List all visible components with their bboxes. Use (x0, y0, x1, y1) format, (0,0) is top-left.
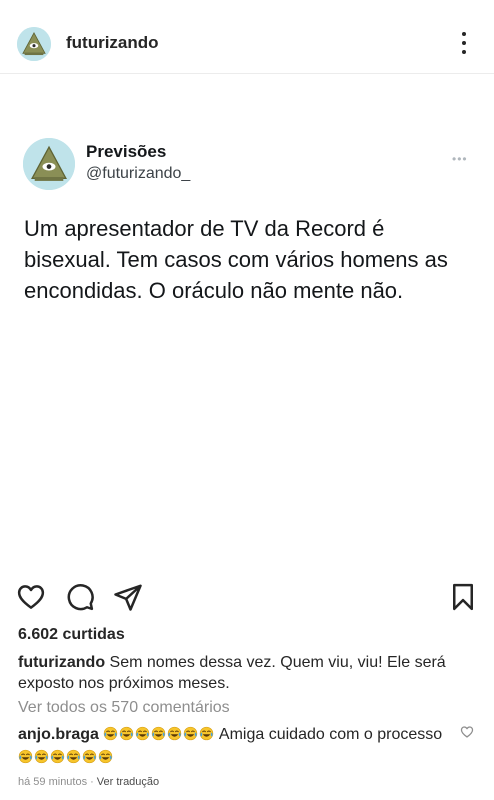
profile-avatar[interactable] (17, 27, 51, 61)
tweet-handle: @futurizando_ (86, 165, 191, 182)
likes-count[interactable]: 6.602 curtidas (18, 626, 125, 644)
comment-icon[interactable] (65, 582, 95, 612)
illuminati-eye-icon (17, 27, 51, 61)
post-header: futurizando (0, 0, 494, 74)
comment-emoji-group (103, 726, 219, 743)
post-meta: há 59 minutos · Ver tradução (18, 776, 159, 788)
comment-like-heart-icon[interactable] (460, 725, 474, 739)
comment-emoji-group (18, 749, 114, 766)
tweet-avatar (23, 138, 75, 190)
heart-icon[interactable] (16, 582, 46, 612)
post-timestamp: há 59 minutos (18, 776, 88, 788)
header-username[interactable]: futurizando (66, 33, 159, 53)
tears-of-joy-emoji (135, 726, 150, 741)
view-all-comments-link[interactable]: Ver todos os 570 comentários (18, 699, 230, 717)
tears-of-joy-emoji (167, 726, 182, 741)
tears-of-joy-emoji (50, 749, 65, 764)
translate-link[interactable]: Ver tradução (97, 776, 159, 788)
paper-plane-icon[interactable] (113, 582, 143, 612)
tears-of-joy-emoji (18, 749, 33, 764)
tears-of-joy-emoji (151, 726, 166, 741)
tears-of-joy-emoji (199, 726, 214, 741)
bookmark-icon[interactable] (448, 582, 478, 612)
illuminati-eye-icon (23, 138, 75, 190)
tears-of-joy-emoji (98, 749, 113, 764)
post-image[interactable] (0, 75, 494, 578)
comment-username[interactable]: anjo.braga (18, 726, 99, 743)
tears-of-joy-emoji (103, 726, 118, 741)
action-bar (0, 578, 494, 618)
tears-of-joy-emoji (183, 726, 198, 741)
tears-of-joy-emoji (82, 749, 97, 764)
comment-item: anjo.braga Amiga cuidado com o processo (18, 723, 448, 769)
tears-of-joy-emoji (119, 726, 134, 741)
post-caption: futurizando Sem nomes dessa vez. Quem vi… (18, 652, 478, 694)
tears-of-joy-emoji (34, 749, 49, 764)
more-vertical-icon[interactable] (452, 30, 476, 56)
comment-text: Amiga cuidado com o processo (218, 726, 443, 743)
more-horizontal-icon: ••• (452, 152, 468, 166)
tweet-text: Um apresentador de TV da Record é bisexu… (24, 216, 448, 303)
meta-separator: · (90, 776, 94, 788)
tweet-display-name: Previsões (86, 142, 167, 161)
tears-of-joy-emoji (66, 749, 81, 764)
caption-username[interactable]: futurizando (18, 654, 105, 671)
